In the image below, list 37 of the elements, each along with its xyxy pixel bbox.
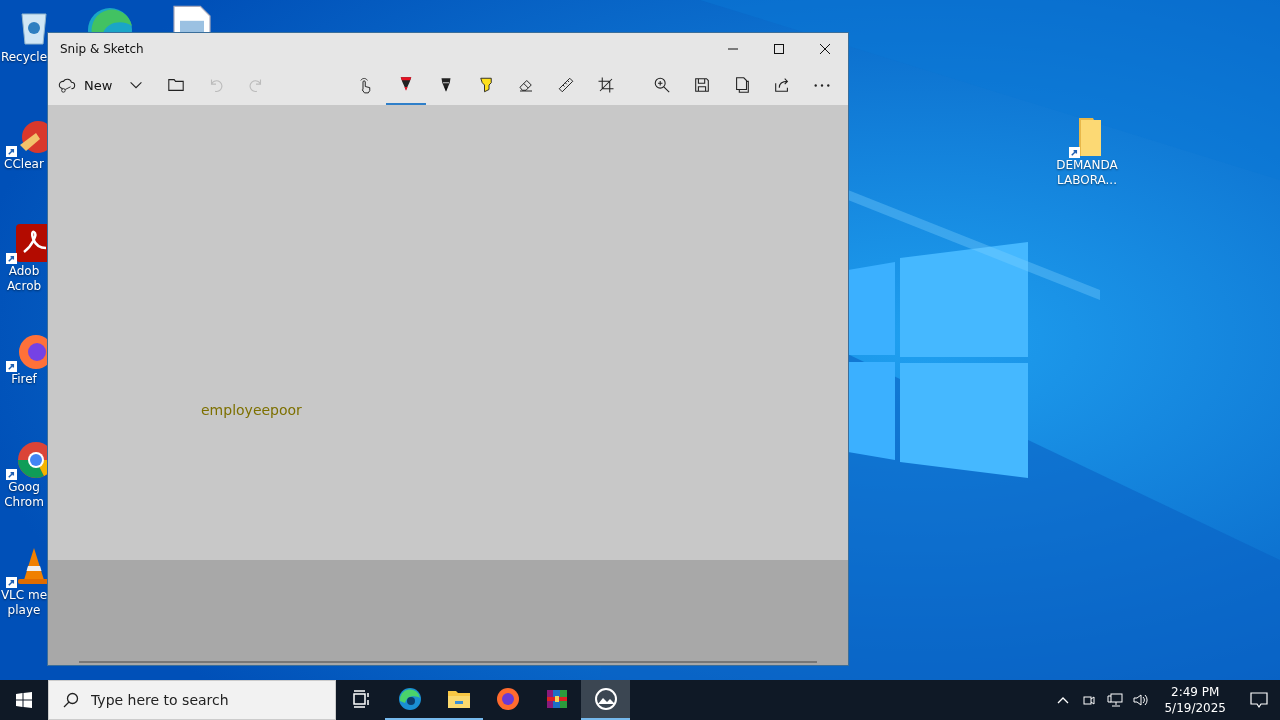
desktop-icon-label[interactable]: VLC me playe: [0, 588, 48, 618]
desktop-icon-label[interactable]: Firef: [0, 372, 48, 387]
search-icon: [63, 692, 79, 708]
windows-logo-icon: [16, 692, 32, 708]
volume-icon: [1133, 692, 1150, 708]
desktop-icon-label[interactable]: Goog Chrom: [0, 480, 48, 510]
close-icon: [819, 43, 831, 55]
clock-time[interactable]: 2:49 PM: [1171, 684, 1220, 700]
search-box[interactable]: Type here to search: [48, 680, 336, 720]
crop-icon: [597, 76, 616, 94]
desktop-icon-label[interactable]: Recycle: [0, 50, 48, 65]
clock-date[interactable]: 5/19/2025: [1164, 700, 1226, 716]
more-icon: [813, 83, 831, 87]
desktop-icon-label[interactable]: DEMANDA LABORA...: [1050, 158, 1124, 188]
edge-icon: [397, 687, 422, 711]
share-icon: [773, 76, 791, 94]
firefox-icon: [495, 687, 520, 711]
pdf-icon: [14, 222, 48, 262]
new-button[interactable]: New: [54, 65, 117, 105]
horizontal-scrollbar[interactable]: [79, 661, 817, 663]
archive-books-icon: [544, 687, 569, 711]
folder-icon: [167, 76, 186, 94]
copy-icon: [733, 76, 751, 94]
ruler-icon: [557, 76, 576, 94]
zoom-in-icon: [653, 76, 671, 94]
maximize-icon: [773, 43, 785, 55]
window-title: Snip & Sketch: [59, 42, 145, 56]
desktop-icon-label[interactable]: CClear: [0, 157, 48, 172]
cloud-scissors-icon: [58, 76, 76, 94]
network-icon: [1107, 692, 1124, 708]
desktop-icon-label[interactable]: Adob Acrob: [0, 264, 48, 294]
notifications-icon: [1249, 690, 1269, 710]
taskbar-app-button[interactable]: [581, 680, 630, 720]
canvas-text: employeepoor: [201, 402, 302, 418]
snip-sketch-icon: [593, 687, 618, 711]
save-icon: [693, 76, 711, 94]
search-field[interactable]: Type here to search: [91, 692, 311, 708]
